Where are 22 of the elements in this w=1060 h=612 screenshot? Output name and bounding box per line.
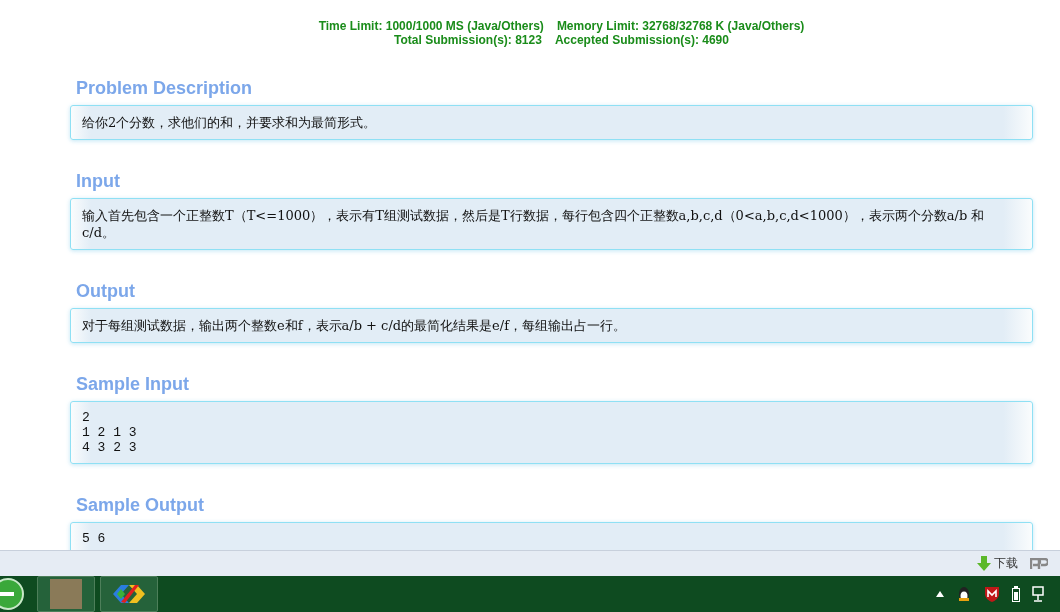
code-panel: 5 6	[70, 522, 1033, 550]
section-title: Sample Input	[76, 373, 190, 395]
limit-text: Accepted Submission(s): 4690	[554, 33, 729, 47]
limit-text: Total Submission(s): 8123	[394, 33, 542, 47]
text-panel: 输入首先包含一个正整数T（T<=1000），表示有T组测试数据，然后是T行数据，每行包含四个正整数a,b,c,d（0<a,b,c,d<1000），表示两个分数a/b 和 c/d。	[70, 198, 1033, 250]
download-button[interactable]: 下载	[977, 555, 1018, 572]
photo-placeholder	[50, 579, 82, 609]
text-panel: 对于每组测试数据，输出两个整数e和f，表示a/b + c/d的最简化结果是e/f，每组输出占一行。	[70, 308, 1033, 343]
section-title: Input	[76, 170, 121, 192]
limit-text: Memory Limit: 32768/32768 K (Java/Others)	[556, 19, 805, 33]
caret-up-icon[interactable]	[936, 591, 944, 597]
text-panel: 给你2个分数，求他们的和，并要求和为最简形式。	[70, 105, 1033, 140]
section-title: Problem Description	[76, 77, 254, 99]
code-panel: 2 1 2 1 3 4 3 2 3	[70, 401, 1033, 464]
shield-icon[interactable]	[984, 586, 1000, 602]
down-arrow-icon	[977, 556, 991, 571]
battery-icon[interactable]	[1012, 586, 1020, 602]
section-title: Output	[76, 280, 136, 302]
taskbar-button[interactable]	[100, 576, 158, 612]
limit-text: Time Limit: 1000/1000 MS (Java/Others)	[318, 19, 544, 33]
colorful-logo-icon	[111, 582, 147, 606]
section-title: Sample Output	[76, 494, 205, 516]
